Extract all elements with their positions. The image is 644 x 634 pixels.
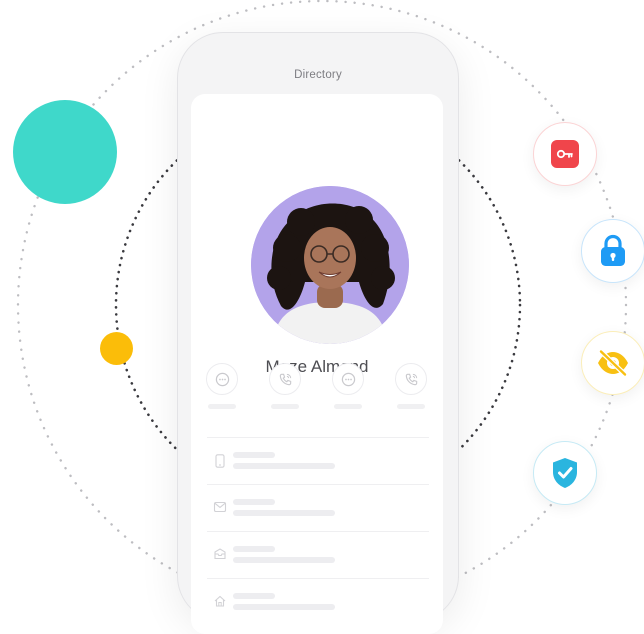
shield-check-icon — [553, 458, 577, 488]
detail-label-placeholder — [233, 593, 275, 599]
divider — [207, 578, 429, 579]
divider — [207, 484, 429, 485]
call-button[interactable] — [395, 363, 427, 395]
eye-off-icon — [598, 349, 628, 377]
page-title: Directory — [294, 69, 342, 81]
lock-icon — [601, 234, 625, 266]
mobile-icon — [215, 454, 225, 468]
detail-value-placeholder — [233, 510, 335, 516]
divider — [207, 531, 429, 532]
chat-icon — [215, 372, 229, 386]
action-label — [271, 404, 299, 409]
action-label — [208, 404, 236, 409]
home-icon — [214, 595, 226, 607]
avatar — [251, 186, 409, 344]
phone-icon — [405, 373, 417, 385]
teal-circle — [13, 100, 117, 204]
lock-badge — [581, 219, 644, 283]
shield-badge — [533, 441, 597, 505]
detail-label-placeholder — [233, 499, 275, 505]
detail-value-placeholder — [233, 463, 335, 469]
privacy-badge — [581, 331, 644, 395]
chat-icon — [341, 372, 355, 386]
detail-value-placeholder — [233, 557, 335, 563]
detail-label-placeholder — [233, 546, 275, 552]
detail-value-placeholder — [233, 604, 335, 610]
contact-card: Maze Almond — [191, 94, 443, 634]
detail-label-placeholder — [233, 452, 275, 458]
yellow-dot — [100, 332, 133, 365]
phone-frame: Directory Maze Almond — [177, 32, 459, 634]
key-badge — [533, 122, 597, 186]
phone-icon — [279, 373, 291, 385]
call-button[interactable] — [269, 363, 301, 395]
email-icon — [213, 501, 227, 513]
message-button[interactable] — [206, 363, 238, 395]
action-label — [334, 404, 362, 409]
action-label — [397, 404, 425, 409]
divider — [207, 437, 429, 438]
message-button[interactable] — [332, 363, 364, 395]
inbox-icon — [214, 548, 226, 560]
key-icon — [551, 140, 579, 168]
